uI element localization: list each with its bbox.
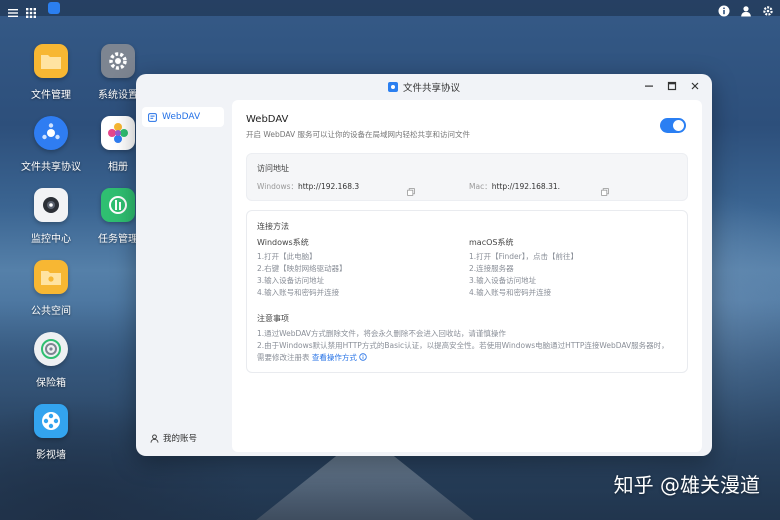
share-protocol-icon — [34, 116, 68, 150]
macos-system-title: macOS系统 — [469, 238, 514, 247]
watermark-text: 知乎 @雄关漫道 — [613, 473, 760, 497]
note-1: 1.通过WebDAV方式删除文件，将会永久删除不会进入回收站，请谨慎操作 — [257, 329, 506, 338]
close-icon[interactable] — [690, 81, 700, 91]
windows-system-title: Windows系统 — [257, 238, 309, 247]
desktop-icon-label: 保险箱 — [36, 378, 66, 389]
app-logo-icon — [387, 82, 398, 92]
sidebar: WebDAV 我的账号 — [136, 100, 230, 456]
copy-windows-address-icon[interactable] — [407, 181, 415, 200]
photos-flower-icon — [101, 116, 135, 150]
mac-step-4: 4.输入账号和密码并连接 — [469, 288, 552, 297]
desktop-icon-monitoring[interactable]: 监控中心 — [16, 188, 86, 245]
desktop-icon-label: 文件共享协议 — [21, 162, 81, 173]
maximize-icon[interactable] — [667, 81, 677, 91]
webdav-icon — [148, 112, 157, 122]
webdav-content-panel: WebDAV 开启 WebDAV 服务可以让你的设备在局域网内轻松共享和访问文件… — [232, 100, 702, 452]
menu-lines-icon[interactable] — [8, 3, 18, 17]
webdav-description: 开启 WebDAV 服务可以让你的设备在局域网内轻松共享和访问文件 — [246, 130, 471, 139]
connection-method-heading: 连接方法 — [257, 222, 289, 231]
copy-mac-address-icon[interactable] — [601, 181, 609, 200]
windows-address-row: Windows：http://192.168.3 — [257, 181, 359, 192]
access-address-heading: 访问地址 — [257, 164, 289, 173]
folder-icon — [34, 44, 68, 78]
webdav-toggle[interactable] — [660, 118, 686, 133]
help-circle-icon[interactable] — [359, 353, 367, 362]
window-titlebar[interactable]: 文件共享协议 — [136, 74, 712, 100]
gear-icon — [101, 44, 135, 78]
desktop-icon-label: 公共空间 — [31, 306, 71, 317]
note-2: 2.由于Windows默认禁用HTTP方式的Basic认证，以提高安全性。若使用… — [257, 341, 669, 350]
sidebar-item-webdav[interactable]: WebDAV — [142, 107, 224, 127]
desktop-icon-file-manager[interactable]: 文件管理 — [16, 44, 86, 101]
top-bar — [0, 0, 780, 18]
desktop-icon-file-sharing[interactable]: 文件共享协议 — [16, 116, 86, 173]
app-grid-icon[interactable] — [26, 3, 36, 18]
windows-step-1: 1.打开【此电脑】 — [257, 252, 317, 261]
task-manager-icon — [101, 188, 135, 222]
note-3: 需要修改注册表 查看操作方式 — [257, 352, 697, 364]
windows-step-4: 4.输入账号和密码并连接 — [257, 288, 340, 297]
windows-address-label: Windows： — [257, 182, 298, 191]
window-title: 文件共享协议 — [402, 83, 460, 94]
mac-address-label: Mac： — [469, 182, 492, 191]
desktop-icon-public-space[interactable]: 公共空间 — [16, 260, 86, 317]
mac-address-value[interactable]: http://192.168.31. — [492, 182, 560, 191]
desktop-icon-safe-box[interactable]: 保险箱 — [16, 332, 86, 389]
windows-step-3: 3.输入设备访问地址 — [257, 276, 325, 285]
toggle-knob — [673, 120, 684, 131]
my-account-label: 我的账号 — [163, 434, 198, 444]
desktop-icon-video-wall[interactable]: 影视墙 — [16, 404, 86, 461]
minimize-icon[interactable] — [644, 81, 654, 91]
film-reel-icon — [34, 404, 68, 438]
desktop-icon-label: 文件管理 — [31, 90, 71, 101]
public-folder-icon — [34, 260, 68, 294]
camera-icon — [34, 188, 68, 222]
sidebar-item-label: WebDAV — [162, 112, 201, 122]
person-icon — [150, 433, 159, 443]
mac-step-2: 2.连接服务器 — [469, 264, 514, 273]
active-app-icon[interactable] — [48, 2, 60, 14]
settings-gear-icon[interactable] — [762, 2, 774, 16]
view-operation-link[interactable]: 查看操作方式 — [312, 353, 357, 362]
access-address-card: 访问地址 Windows：http://192.168.3 Mac：http:/… — [246, 153, 688, 201]
info-icon[interactable] — [718, 2, 730, 17]
windows-step-2: 2.右键【映射网络驱动器】 — [257, 264, 347, 273]
file-sharing-window: 文件共享协议 WebDAV 我的账号 WebDAV 开启 WebDAV 服务可以… — [136, 74, 712, 456]
windows-address-value[interactable]: http://192.168.3 — [298, 182, 359, 191]
mac-address-row: Mac：http://192.168.31. — [469, 181, 560, 192]
desktop-icon-label: 影视墙 — [36, 450, 66, 461]
notes-heading: 注意事项 — [257, 314, 289, 323]
note-3-text: 需要修改注册表 — [257, 353, 310, 362]
connection-method-card: 连接方法 Windows系统 1.打开【此电脑】 2.右键【映射网络驱动器】 3… — [246, 210, 688, 373]
mac-step-1: 1.打开【Finder】，点击【前往】 — [469, 252, 578, 261]
safe-box-icon — [34, 332, 68, 366]
my-account-button[interactable]: 我的账号 — [150, 432, 197, 444]
user-icon[interactable] — [740, 2, 752, 17]
desktop-icon-label: 监控中心 — [31, 234, 71, 245]
mac-step-3: 3.输入设备访问地址 — [469, 276, 537, 285]
webdav-title: WebDAV — [246, 114, 289, 125]
